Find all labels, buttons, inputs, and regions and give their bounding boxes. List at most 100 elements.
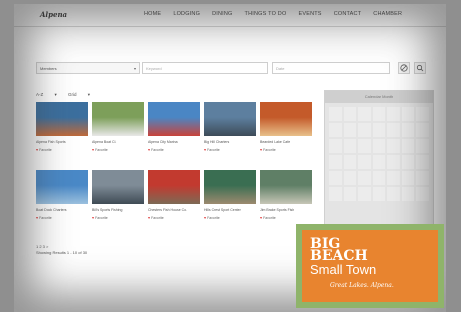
calendar-cell[interactable] <box>372 123 386 137</box>
date-input[interactable]: Date <box>272 62 390 74</box>
favorite-link[interactable]: ♥ Favorite <box>92 148 144 152</box>
nav-link[interactable]: CHAMBER <box>373 11 402 17</box>
calendar-cell[interactable] <box>401 139 415 153</box>
calendar-cell[interactable] <box>343 123 357 137</box>
listing-card[interactable]: Chesters Fish House Co. ♥ Favorite <box>148 170 200 226</box>
calendar-cell[interactable] <box>416 123 429 137</box>
calendar-cell[interactable] <box>358 123 371 137</box>
calendar-cell[interactable] <box>401 107 415 121</box>
calendar-cell[interactable] <box>343 171 357 185</box>
favorite-link[interactable]: ♥ Favorite <box>92 216 144 220</box>
calendar-cell[interactable] <box>416 107 429 121</box>
calendar-cell[interactable] <box>416 139 429 153</box>
calendar-cell[interactable] <box>372 107 386 121</box>
listing-card[interactable]: Alpena Fish Sports ♥ Favorite <box>36 102 88 158</box>
listing-name[interactable]: Chesters Fish House Co. <box>148 208 200 212</box>
nav-link[interactable]: CONTACT <box>334 11 362 17</box>
listing-photo[interactable] <box>148 102 200 136</box>
favorite-link[interactable]: ♥ Favorite <box>204 148 256 152</box>
calendar-cell[interactable] <box>416 155 429 169</box>
listing-photo[interactable] <box>204 102 256 136</box>
calendar-cell[interactable] <box>329 107 342 121</box>
listing-name[interactable]: Boat Dock Charters <box>36 208 88 212</box>
calendar-cell[interactable] <box>387 155 400 169</box>
calendar-cell[interactable] <box>358 139 371 153</box>
listing-card[interactable]: Boat Dock Charters ♥ Favorite <box>36 170 88 226</box>
listing-name[interactable]: Jim Brake Sports Fish <box>260 208 312 212</box>
calendar-cell[interactable] <box>329 171 342 185</box>
calendar-cell[interactable] <box>329 187 342 201</box>
listing-name[interactable]: Alpena Boat Cl. <box>92 140 144 144</box>
heart-icon: ♥ <box>92 216 95 220</box>
listing-card[interactable]: Hills Crest Sport Center ♥ Favorite <box>204 170 256 226</box>
calendar-cell[interactable] <box>372 155 386 169</box>
calendar-cell[interactable] <box>416 171 429 185</box>
listing-name[interactable]: Hills Crest Sport Center <box>204 208 256 212</box>
calendar-cell[interactable] <box>358 171 371 185</box>
calendar-cell[interactable] <box>343 155 357 169</box>
favorite-link[interactable]: ♥ Favorite <box>36 148 88 152</box>
listing-card[interactable]: Jim Brake Sports Fish ♥ Favorite <box>260 170 312 226</box>
favorite-link[interactable]: ♥ Favorite <box>36 216 88 220</box>
site-logo[interactable]: Alpena <box>40 10 67 19</box>
listing-photo[interactable] <box>204 170 256 204</box>
ad-banner[interactable]: BIG BEACH Small Town Great Lakes. Alpena… <box>296 224 444 308</box>
keyword-input[interactable]: Keyword <box>142 62 268 74</box>
calendar-cell[interactable] <box>329 123 342 137</box>
calendar-cell[interactable] <box>372 171 386 185</box>
calendar-cell[interactable] <box>387 171 400 185</box>
listing-name[interactable]: Alpena City Marina <box>148 140 200 144</box>
favorite-link[interactable]: ♥ Favorite <box>260 148 312 152</box>
calendar-cell[interactable] <box>329 155 342 169</box>
listing-photo[interactable] <box>148 170 200 204</box>
calendar-cell[interactable] <box>372 139 386 153</box>
search-button[interactable] <box>414 62 426 74</box>
favorite-label: Favorite <box>95 216 108 220</box>
calendar-cell[interactable] <box>401 155 415 169</box>
favorite-link[interactable]: ♥ Favorite <box>204 216 256 220</box>
listing-photo[interactable] <box>36 102 88 136</box>
nav-link[interactable]: EVENTS <box>298 11 321 17</box>
calendar-cell[interactable] <box>387 123 400 137</box>
favorite-link[interactable]: ♥ Favorite <box>148 216 200 220</box>
favorite-link[interactable]: ♥ Favorite <box>148 148 200 152</box>
calendar-cell[interactable] <box>401 187 415 201</box>
calendar-cell[interactable] <box>343 187 357 201</box>
nav-link[interactable]: HOME <box>144 11 161 17</box>
calendar-cell[interactable] <box>343 139 357 153</box>
listing-name[interactable]: Big Hill Charters <box>204 140 256 144</box>
calendar-cell[interactable] <box>387 139 400 153</box>
calendar-cell[interactable] <box>401 171 415 185</box>
listing-card[interactable]: Bill's Sports Fishing ♥ Favorite <box>92 170 144 226</box>
listing-photo[interactable] <box>36 170 88 204</box>
listing-name[interactable]: Bearded Lake Cafe <box>260 140 312 144</box>
nav-link[interactable]: DINING <box>212 11 232 17</box>
sort-select[interactable]: A-Z ▾ <box>36 92 57 97</box>
listing-name[interactable]: Alpena Fish Sports <box>36 140 88 144</box>
listing-photo[interactable] <box>92 102 144 136</box>
calendar-cell[interactable] <box>387 187 400 201</box>
calendar-cell[interactable] <box>358 155 371 169</box>
listing-photo[interactable] <box>92 170 144 204</box>
listing-photo[interactable] <box>260 102 312 136</box>
nav-link[interactable]: LODGING <box>173 11 200 17</box>
calendar-cell[interactable] <box>387 107 400 121</box>
listing-photo[interactable] <box>260 170 312 204</box>
view-select[interactable]: Grid ▾ <box>68 92 90 97</box>
calendar-cell[interactable] <box>329 139 342 153</box>
calendar-cell[interactable] <box>416 187 429 201</box>
listing-card[interactable]: Alpena City Marina ♥ Favorite <box>148 102 200 158</box>
listing-name[interactable]: Bill's Sports Fishing <box>92 208 144 212</box>
calendar-cell[interactable] <box>343 107 357 121</box>
nav-link[interactable]: THINGS TO DO <box>245 11 287 17</box>
favorite-link[interactable]: ♥ Favorite <box>260 216 312 220</box>
listing-card[interactable]: Alpena Boat Cl. ♥ Favorite <box>92 102 144 158</box>
calendar-cell[interactable] <box>358 187 371 201</box>
calendar-cell[interactable] <box>358 107 371 121</box>
clear-button[interactable] <box>398 62 410 74</box>
listing-card[interactable]: Big Hill Charters ♥ Favorite <box>204 102 256 158</box>
calendar-cell[interactable] <box>372 187 386 201</box>
listing-card[interactable]: Bearded Lake Cafe ♥ Favorite <box>260 102 312 158</box>
calendar-cell[interactable] <box>401 123 415 137</box>
category-select[interactable]: Members ▾ <box>36 62 140 74</box>
